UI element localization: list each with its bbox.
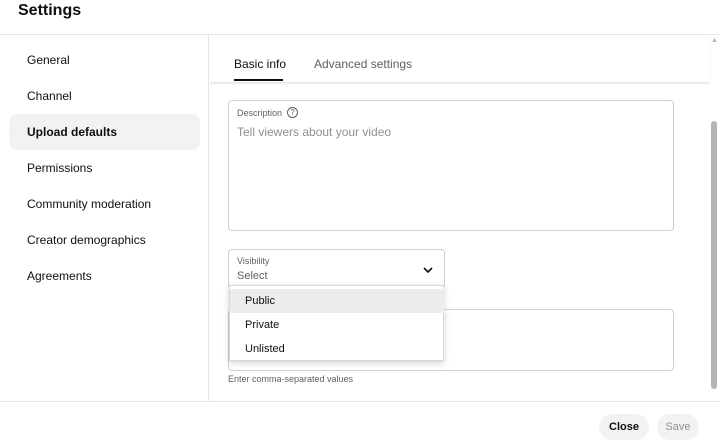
dialog-footer: Close Save — [0, 401, 720, 440]
dialog-title: Settings — [18, 2, 82, 19]
sidebar-item-permissions[interactable]: Permissions — [9, 150, 200, 186]
sidebar-item-community-moderation[interactable]: Community moderation — [9, 186, 200, 222]
description-placeholder: Tell viewers about your video — [237, 125, 392, 139]
dialog-header: Settings — [0, 0, 720, 35]
settings-dialog: Settings General Channel Upload defaults… — [0, 0, 720, 440]
option-private[interactable]: Private — [230, 313, 445, 337]
settings-sidebar: General Channel Upload defaults Permissi… — [0, 35, 209, 401]
scrollbar-thumb[interactable] — [711, 121, 717, 389]
chevron-down-icon — [423, 267, 433, 274]
sidebar-item-upload-defaults[interactable]: Upload defaults — [9, 114, 200, 150]
close-button[interactable]: Close — [599, 414, 649, 440]
tags-hint: Enter comma-separated values — [228, 374, 354, 384]
option-unlisted[interactable]: Unlisted — [230, 337, 445, 361]
active-tab-indicator — [234, 79, 283, 81]
tab-advanced-settings[interactable]: Advanced settings — [314, 57, 412, 71]
help-icon[interactable]: ? — [287, 107, 299, 118]
visibility-label: Visibility — [237, 256, 270, 266]
main-panel: Basic info Advanced settings Description… — [210, 35, 720, 401]
tab-basic-info[interactable]: Basic info — [234, 57, 286, 71]
sidebar-item-agreements[interactable]: Agreements — [9, 258, 200, 294]
description-field[interactable]: Description ? Tell viewers about your vi… — [228, 100, 674, 231]
description-label: Description ? — [237, 107, 299, 118]
option-public[interactable]: Public — [230, 289, 445, 313]
visibility-value: Select — [237, 270, 268, 282]
visibility-dropdown: Public Private Unlisted — [229, 285, 445, 361]
visibility-select[interactable]: Visibility Select — [228, 249, 445, 289]
tab-bar: Basic info Advanced settings — [210, 35, 710, 83]
sidebar-item-channel[interactable]: Channel — [9, 78, 200, 114]
sidebar-item-creator-demographics[interactable]: Creator demographics — [9, 222, 200, 258]
description-label-text: Description — [237, 107, 283, 118]
scroll-up-icon[interactable]: ▲ — [711, 37, 718, 45]
sidebar-item-general[interactable]: General — [9, 42, 200, 78]
save-button[interactable]: Save — [657, 414, 699, 440]
